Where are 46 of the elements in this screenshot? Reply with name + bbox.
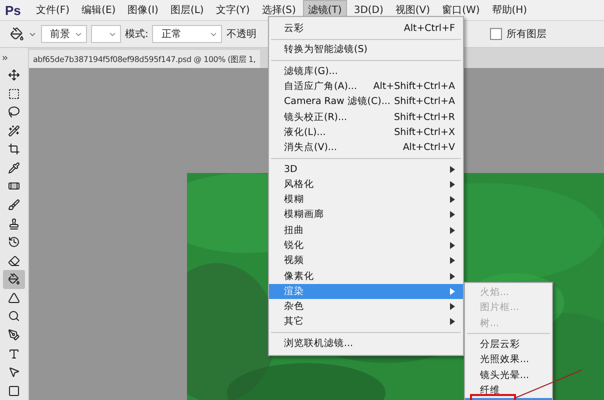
menu-item[interactable]: 文字(Y)	[210, 0, 255, 20]
submenu-arrow-icon	[450, 226, 455, 234]
menu-item[interactable]: 镜头光晕...	[465, 367, 552, 383]
menu-item[interactable]: 模糊	[269, 192, 463, 208]
menu-item[interactable]: 窗口(W)	[437, 0, 485, 20]
menu-item[interactable]: Camera Raw 滤镜(C)... Shift+Ctrl+A	[269, 94, 463, 110]
menu-item[interactable]: 镜头校正(R)... Shift+Ctrl+R	[269, 109, 463, 125]
menu-item[interactable]: 滤镜库(G)...	[269, 64, 463, 79]
menu-item[interactable]: 液化(L)... Shift+Ctrl+X	[269, 124, 463, 140]
menu-item[interactable]: 其它	[269, 314, 463, 330]
menu-item[interactable]: 消失点(V)... Alt+Ctrl+V	[269, 140, 463, 156]
menu-item[interactable]: 图像(I)	[122, 0, 164, 20]
menu-item[interactable]: 浏览联机滤镜...	[269, 336, 463, 351]
menu-item[interactable]: 编辑(E)	[76, 0, 121, 20]
menu-item[interactable]: 转换为智能滤镜(S)	[269, 42, 463, 58]
menu-item[interactable]: 文件(F)	[31, 0, 75, 20]
menu-item[interactable]: 云彩 Alt+Ctrl+F	[269, 21, 463, 36]
menu-item[interactable]: 杂色	[269, 299, 463, 314]
menu-item[interactable]: 3D	[269, 161, 463, 177]
menu-item[interactable]: 模糊画廊	[269, 207, 463, 223]
menu-item[interactable]: 锐化	[269, 238, 463, 254]
paint-bucket-icon[interactable]	[3, 270, 25, 289]
menu-item[interactable]: 扭曲	[269, 222, 463, 238]
menu-item[interactable]: 风格化	[269, 176, 463, 192]
app-logo: Ps	[5, 2, 22, 18]
all-layers-checkbox[interactable]	[490, 28, 502, 40]
opacity-label: 不透明	[226, 28, 256, 41]
menu-item[interactable]: 视频	[269, 253, 463, 268]
submenu-arrow-icon	[450, 242, 455, 249]
menu-item[interactable]: 光照效果...	[465, 352, 552, 368]
menu-item[interactable]: 3D(D)	[348, 2, 388, 18]
mode-dropdown[interactable]: 正常	[152, 25, 222, 43]
menu-item[interactable]: 视图(V)	[390, 0, 436, 20]
menu-item[interactable]: 像素化	[269, 268, 463, 284]
paint-bucket-icon[interactable]	[10, 27, 24, 41]
menu-item[interactable]: 图层(L)	[165, 0, 209, 20]
menu-item[interactable]: 纤维	[465, 382, 552, 398]
collapse-icon[interactable]	[1, 54, 9, 62]
mode-label: 模式:	[125, 28, 148, 41]
menu-item[interactable]: 分层云彩	[465, 336, 552, 352]
menu-item[interactable]: 自适应广角(A)... Alt+Shift+Ctrl+A	[269, 78, 463, 94]
all-layers-label: 所有图层	[506, 28, 546, 41]
source-dropdown[interactable]: 前景	[41, 25, 87, 43]
submenu-arrow-icon	[450, 257, 455, 264]
menu-item[interactable]: 帮助(H)	[486, 0, 532, 20]
menu-item[interactable]: 选择(S)	[256, 0, 301, 20]
